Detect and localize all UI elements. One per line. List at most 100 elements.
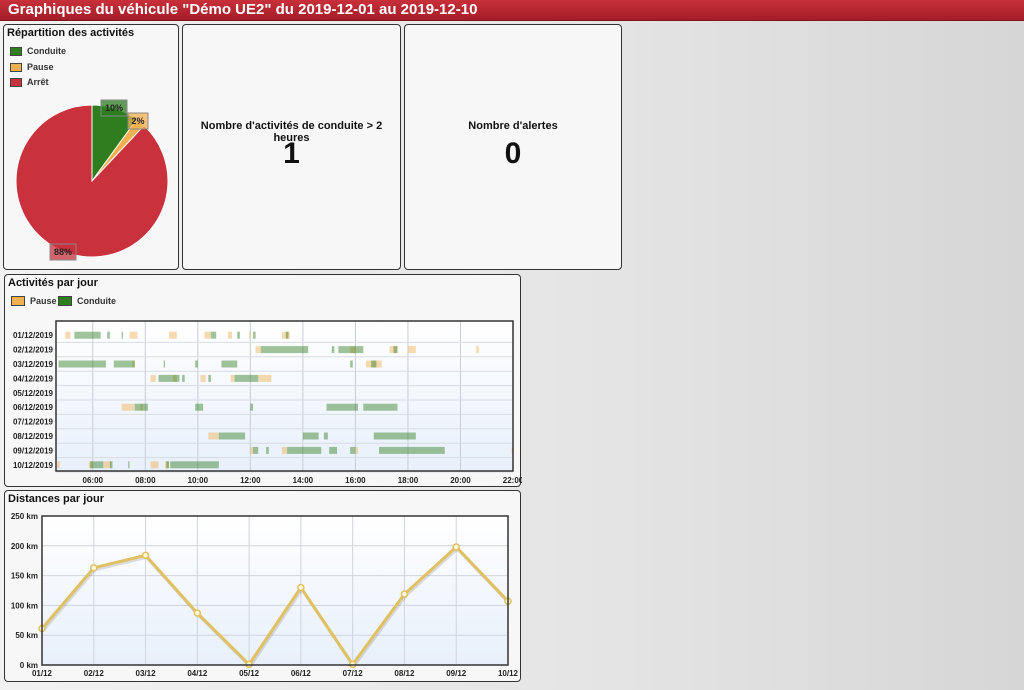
alerts-stat-value: 0 [504, 137, 522, 170]
page-title: Graphiques du véhicule "Démo UE2" du 201… [0, 0, 1024, 21]
gantt-bar-conduite [373, 432, 416, 440]
long-driving-stat-value: 1 [283, 137, 300, 170]
gantt-bar-conduite [442, 446, 445, 454]
gantt-bar-conduite [208, 374, 211, 382]
gantt-x-tick: 22:00 [503, 476, 522, 485]
gantt-bar-conduite [260, 346, 309, 354]
gantt-y-tick: 07/12/2019 [13, 418, 54, 427]
gantt-bar-conduite [252, 446, 259, 454]
line-x-tick: 01/12 [32, 669, 53, 678]
line-y-tick: 150 km [11, 572, 38, 581]
line-x-tick: 09/12 [446, 669, 467, 678]
gantt-y-tick: 03/12/2019 [13, 360, 54, 369]
alerts-stat-panel: Nombre d'alertes 0 [404, 24, 622, 270]
gantt-bar-pause [57, 461, 60, 469]
line-y-tick: 250 km [11, 512, 38, 521]
gantt-bar-conduite [350, 360, 353, 368]
pie-data-label: 2% [131, 116, 144, 126]
line-x-tick: 04/12 [187, 669, 208, 678]
gantt-bar-conduite [128, 461, 130, 469]
gantt-y-tick: 06/12/2019 [13, 403, 54, 412]
daily-distances-panel: Distances par jour 0 km 50 km 100 km 150 km… [4, 490, 521, 682]
gantt-bar-conduite [74, 331, 101, 339]
gantt-bar-pause [230, 374, 235, 382]
gantt-bar-pause [407, 346, 416, 354]
gantt-bar-conduite [331, 346, 335, 354]
gantt-bar-pause [249, 331, 251, 339]
gantt-y-tick: 02/12/2019 [13, 346, 54, 355]
gantt-bar-conduite [326, 403, 359, 411]
gantt-bar-conduite [287, 446, 322, 454]
gantt-bar-conduite [393, 346, 398, 354]
gantt-bar-pause [65, 331, 71, 339]
pie-chart: 10% 2% 88% [15, 99, 169, 261]
gantt-bar-conduite [170, 461, 196, 469]
gantt-bar-pause [150, 374, 156, 382]
line-y-tick: 100 km [11, 601, 38, 610]
gantt-bar-pause [476, 346, 479, 354]
gantt-bar-pause [204, 331, 211, 339]
line-point [141, 551, 150, 560]
gantt-bar-pause [258, 374, 272, 382]
line-x-tick: 08/12 [394, 669, 415, 678]
gantt-bar-conduite [134, 403, 148, 411]
pie-data-label: 10% [105, 103, 123, 113]
gantt-bar-pause [281, 446, 288, 454]
gantt-bar-conduite [163, 360, 165, 368]
line-y-tick: 200 km [11, 542, 38, 551]
gantt-bar-pause [255, 346, 261, 354]
gantt-bar-conduite [107, 331, 110, 339]
gantt-bar-pause [129, 331, 138, 339]
gantt-y-tick: 05/12/2019 [13, 389, 54, 398]
gantt-bar-conduite [338, 346, 364, 354]
gantt-bar-conduite [237, 331, 240, 339]
gantt-y-tick: 08/12/2019 [13, 432, 54, 441]
gantt-bar-conduite [113, 360, 135, 368]
gantt-x-tick: 12:00 [240, 476, 261, 485]
gantt-bar-pause [250, 446, 253, 454]
gantt-bar-conduite [266, 446, 269, 454]
line-point [297, 583, 305, 592]
gantt-bar-conduite [182, 374, 185, 382]
gantt-y-tick: 04/12/2019 [13, 374, 54, 383]
gantt-bar-conduite [218, 432, 246, 440]
gantt-bar-pause [121, 403, 135, 411]
line-point [452, 543, 460, 551]
gantt-bar-conduite [58, 360, 106, 368]
gantt-bar-conduite [234, 374, 259, 382]
gantt-bar-conduite [350, 446, 356, 454]
gantt-x-tick: 20:00 [450, 476, 471, 485]
gantt-bar-conduite [195, 403, 204, 411]
gantt-bar-conduite [363, 403, 398, 411]
gantt-bar-pause [355, 446, 359, 454]
daily-distances-chart: 0 km50 km100 km150 km200 km250 km01/12 02… [11, 512, 519, 678]
line-x-tick: 05/12 [239, 669, 260, 678]
long-driving-stat-panel: Nombre d'activités de conduite > 2 heure… [182, 24, 401, 270]
gantt-bar-pause [200, 374, 206, 382]
line-x-tick: 10/12 [498, 669, 519, 678]
gantt-y-tick: 09/12/2019 [13, 446, 54, 455]
gantt-x-tick: 06:00 [83, 476, 104, 485]
gantt-x-tick: 16:00 [345, 476, 366, 485]
gantt-bar-pause [228, 331, 232, 339]
gantt-x-tick: 18:00 [398, 476, 419, 485]
gantt-bar-conduite [329, 446, 338, 454]
gantt-bar-conduite [90, 461, 104, 469]
gantt-bar-pause [168, 331, 177, 339]
gantt-bar-conduite [166, 461, 169, 469]
pie-data-label: 88% [54, 247, 72, 257]
gantt-x-tick: 08:00 [135, 476, 156, 485]
line-point [90, 564, 98, 572]
line-x-tick: 02/12 [84, 669, 105, 678]
daily-activities-chart: 06:00 08:00 10:00 12:00 14:00 16:00 18:00 20:00… [13, 320, 522, 485]
gantt-bar-conduite [109, 461, 113, 469]
gantt-y-tick: 10/12/2019 [13, 461, 54, 470]
gantt-bar-conduite [221, 360, 238, 368]
gantt-bar-conduite [302, 432, 319, 440]
daily-activities-panel: Activités par jour Pause Conduite 06:00 0… [4, 274, 522, 487]
line-point [400, 590, 409, 598]
gantt-bar-conduite [195, 360, 198, 368]
gantt-bar-pause [150, 461, 159, 469]
line-x-tick: 03/12 [136, 669, 157, 678]
gantt-bar-conduite [250, 403, 253, 411]
